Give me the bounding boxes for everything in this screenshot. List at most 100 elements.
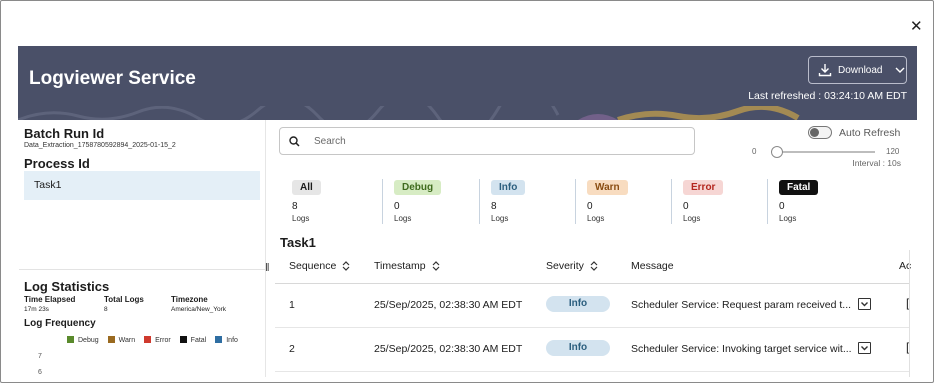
column-header-message: Message [631,260,674,272]
legend-label: Warn [118,337,136,344]
severity-count: 0 [394,201,400,212]
table-row[interactable]: 1 25/Sep/2025, 02:38:30 AM EDT Info Sche… [275,284,909,328]
severity-unit: Logs [683,214,701,223]
chevron-down-icon [861,302,868,307]
severity-count: 8 [292,201,298,212]
auto-refresh-label: Auto Refresh [839,126,901,139]
batch-run-value: Data_Extraction_1758780592894_2025-01-15… [24,142,176,149]
severity-unit: Logs [491,214,509,223]
chevron-down-icon [861,346,868,351]
legend-label: Error [155,337,171,344]
severity-badge: Info [546,340,610,356]
severity-pill: Debug [394,180,442,195]
table-title: Task1 [280,235,316,250]
severity-divider [575,179,576,224]
search-input[interactable]: Search [314,136,346,147]
severity-pill: Error [683,180,724,195]
severity-pill: All [292,180,321,195]
column-label: Severity [546,260,584,272]
left-panel: Batch Run Id Data_Extraction_17587805928… [19,120,265,377]
log-statistics-title: Log Statistics [24,279,110,294]
download-button[interactable]: Download [808,56,907,84]
legend-debug: Debug [67,336,99,344]
stat-value: 8 [104,306,108,313]
legend-swatch [107,336,115,343]
severity-pill: Fatal [779,180,819,195]
cell-sequence: 1 [289,299,295,311]
column-header-severity[interactable]: Severity [546,260,598,272]
slider-max-label: 120 [886,147,900,156]
chevron-down-icon [895,67,905,73]
legend-warn: Warn [107,336,136,344]
y-tick: 6 [38,369,42,376]
interval-slider[interactable] [771,146,875,158]
legend-label: Info [226,337,238,344]
cell-timestamp: 25/Sep/2025, 02:38:30 AM EDT [374,299,523,311]
legend-error: Error [144,336,171,344]
last-refreshed-value: 03:24:10 AM EDT [824,90,907,102]
toggle-switch[interactable] [808,126,832,139]
process-item-task1[interactable]: Task1 [24,171,260,200]
table-scrollbar[interactable] [909,250,910,377]
severity-filter-fatal[interactable]: Fatal 0 Logs [767,178,863,226]
legend-swatch [67,336,74,343]
splitter-grip-icon[interactable]: ‖ [265,262,270,274]
severity-count: 0 [587,201,593,212]
severity-unit: Logs [292,214,310,223]
severity-filter-info[interactable]: Info 8 Logs [479,178,575,226]
search-icon [289,135,300,147]
last-refreshed-label: Last refreshed : [748,90,822,102]
stat-label: Total Logs [104,295,144,304]
legend-label: Debug [78,337,99,344]
banner-pattern [18,106,800,120]
panel-splitter[interactable] [265,120,266,377]
close-icon[interactable]: ✕ [910,17,926,35]
legend-info: Info [215,336,238,344]
severity-filter-warn[interactable]: Warn 0 Logs [575,178,671,226]
stat-label: Timezone [171,295,208,304]
legend-swatch [179,336,187,343]
process-id-label: Process Id [24,156,90,171]
severity-unit: Logs [779,214,797,223]
severity-divider [767,179,768,224]
slider-knob[interactable] [771,146,783,158]
stat-value: America/New_York [171,306,227,313]
severity-pill: Warn [587,180,628,195]
auto-refresh-toggle[interactable]: Auto Refresh [808,126,900,139]
column-label: Message [631,260,674,272]
legend-fatal: Fatal [179,336,206,344]
download-label: Download [838,64,883,76]
column-label: Timestamp [374,260,426,272]
expand-message-button[interactable] [858,298,871,310]
cell-message: Scheduler Service: Request param receive… [631,299,852,311]
table-row[interactable]: 2 25/Sep/2025, 02:38:30 AM EDT Info Sche… [275,328,909,372]
stat-value: 17m 23s [24,306,49,313]
y-tick: 7 [38,353,42,360]
stat-label: Time Elapsed [24,295,76,304]
severity-filter-error[interactable]: Error 0 Logs [671,178,767,226]
last-refreshed: Last refreshed : 03:24:10 AM EDT [748,90,907,102]
column-header-timestamp[interactable]: Timestamp [374,260,440,272]
interval-label: Interval : 10s [852,158,901,168]
severity-filter-all[interactable]: All 8 Logs [280,178,376,226]
severity-count: 0 [779,201,785,212]
sort-icon [432,261,439,271]
legend-swatch [144,336,152,343]
sort-icon [342,261,350,271]
severity-badge: Info [546,296,610,312]
column-label: Sequence [289,260,337,272]
expand-message-button[interactable] [858,342,871,354]
severity-divider [671,179,672,224]
cell-message: Scheduler Service: Invoking target servi… [631,343,852,355]
severity-count: 0 [683,201,689,212]
severity-filter-debug[interactable]: Debug 0 Logs [382,178,478,226]
severity-count: 8 [491,201,497,212]
search-field[interactable]: Search [279,127,695,155]
page-title: Logviewer Service [29,68,196,89]
stat-total-logs: Total Logs 8 [104,295,144,313]
severity-divider [382,179,383,224]
severity-divider [479,179,480,224]
frequency-legend: Debug Warn Error Fatal Info [67,336,238,344]
column-header-sequence[interactable]: Sequence [289,260,350,272]
table-header: Sequence Timestamp Severity Message Ac [275,250,911,284]
